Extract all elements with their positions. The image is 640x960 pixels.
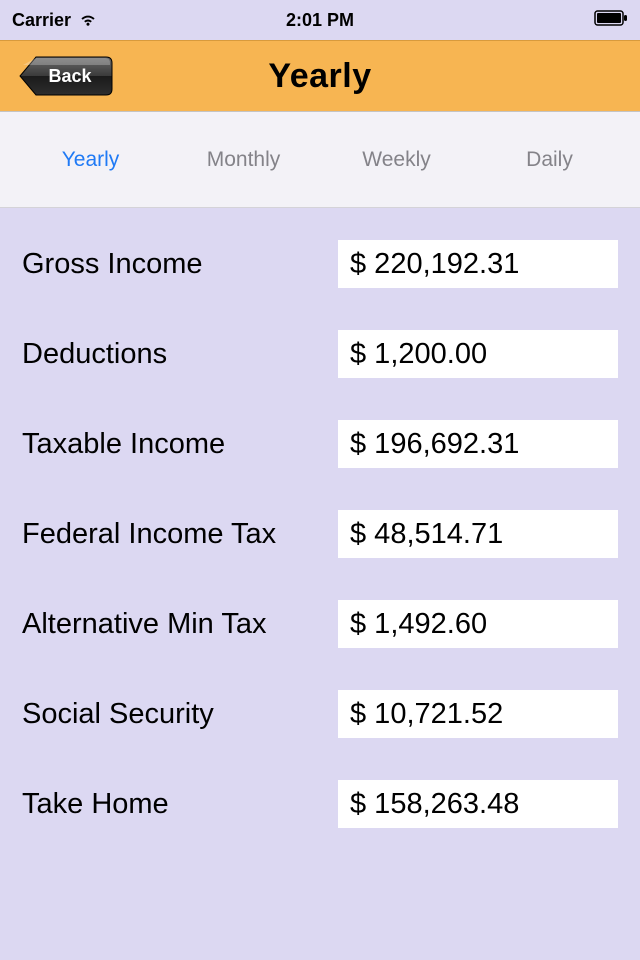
label-amt: Alternative Min Tax: [22, 608, 332, 641]
row-taxable-income: Taxable Income $ 196,692.31: [22, 420, 618, 468]
value-federal-tax: $ 48,514.71: [338, 510, 618, 558]
label-deductions: Deductions: [22, 338, 332, 371]
tab-daily[interactable]: Daily: [473, 148, 626, 172]
row-gross-income: Gross Income $ 220,192.31: [22, 240, 618, 288]
tab-weekly[interactable]: Weekly: [320, 148, 473, 172]
value-social-security: $ 10,721.52: [338, 690, 618, 738]
clock-label: 2:01 PM: [286, 10, 354, 30]
row-amt: Alternative Min Tax $ 1,492.60: [22, 600, 618, 648]
value-take-home: $ 158,263.48: [338, 780, 618, 828]
wifi-icon: [77, 8, 99, 33]
label-gross-income: Gross Income: [22, 248, 332, 281]
row-federal-tax: Federal Income Tax $ 48,514.71: [22, 510, 618, 558]
carrier-label: Carrier: [12, 10, 71, 31]
label-take-home: Take Home: [22, 788, 332, 821]
label-taxable-income: Taxable Income: [22, 428, 332, 461]
content-area: Gross Income $ 220,192.31 Deductions $ 1…: [0, 208, 640, 828]
tab-monthly[interactable]: Monthly: [167, 148, 320, 172]
back-button-label: Back: [48, 66, 92, 86]
nav-bar: Back Yearly: [0, 40, 640, 112]
label-social-security: Social Security: [22, 698, 332, 731]
value-amt: $ 1,492.60: [338, 600, 618, 648]
row-take-home: Take Home $ 158,263.48: [22, 780, 618, 828]
label-federal-tax: Federal Income Tax: [22, 518, 332, 551]
tab-yearly[interactable]: Yearly: [14, 148, 167, 172]
battery-icon: [594, 10, 628, 31]
back-button[interactable]: Back: [18, 55, 114, 97]
row-deductions: Deductions $ 1,200.00: [22, 330, 618, 378]
tab-bar: Yearly Monthly Weekly Daily: [0, 112, 640, 208]
row-social-security: Social Security $ 10,721.52: [22, 690, 618, 738]
value-gross-income: $ 220,192.31: [338, 240, 618, 288]
value-taxable-income: $ 196,692.31: [338, 420, 618, 468]
value-deductions: $ 1,200.00: [338, 330, 618, 378]
page-title: Yearly: [268, 57, 371, 96]
status-bar: Carrier 2:01 PM: [0, 0, 640, 40]
